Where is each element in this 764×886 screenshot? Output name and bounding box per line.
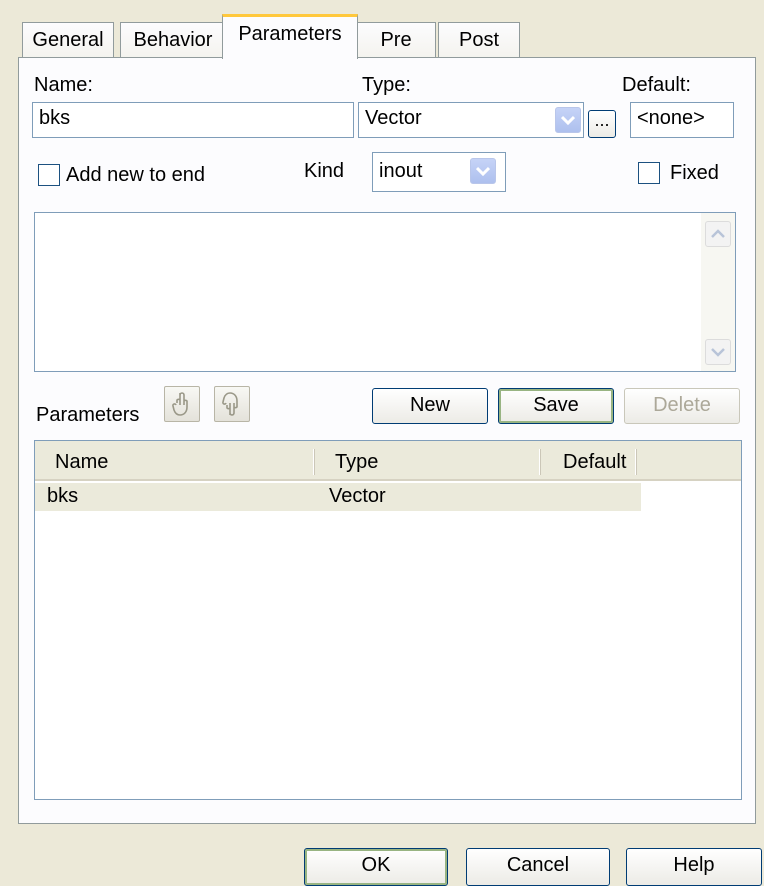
column-header-name[interactable]: Name [55, 451, 108, 474]
table-row[interactable]: bks Vector [35, 483, 641, 511]
column-header-default[interactable]: Default [563, 451, 626, 474]
row-type-cell: Vector [329, 485, 386, 507]
column-header-type[interactable]: Type [335, 451, 378, 474]
chevron-down-icon [476, 166, 490, 176]
new-button[interactable]: New [372, 388, 488, 424]
list-header: Name Type Default [35, 441, 741, 481]
name-label: Name: [34, 74, 93, 96]
hand-up-icon [172, 392, 188, 416]
cancel-button-label: Cancel [506, 854, 570, 876]
notes-scrollbar[interactable] [701, 213, 735, 371]
column-separator[interactable] [313, 449, 315, 475]
type-browse-button[interactable]: ... [588, 110, 616, 138]
fixed-checkbox[interactable] [638, 162, 660, 184]
parameters-section-label: Parameters [36, 404, 140, 426]
name-field[interactable]: bks [32, 102, 354, 138]
notes-textarea[interactable] [34, 212, 736, 372]
row-name-cell: bks [47, 485, 79, 507]
scroll-up-button[interactable] [705, 221, 731, 247]
chevron-down-icon [561, 115, 575, 125]
default-label: Default: [622, 74, 691, 96]
type-select[interactable]: Vector [358, 102, 584, 138]
kind-select-value: inout [379, 160, 423, 182]
kind-label: Kind [304, 160, 345, 182]
add-new-to-end-label: Add new to end [66, 164, 205, 186]
type-label: Type: [362, 74, 411, 96]
delete-button[interactable]: Delete [624, 388, 740, 424]
new-button-label: New [409, 394, 450, 416]
default-field[interactable]: <none> [630, 102, 734, 138]
move-down-button[interactable] [214, 386, 250, 422]
column-separator[interactable] [539, 449, 541, 475]
hand-down-icon [222, 392, 238, 416]
help-button[interactable]: Help [626, 848, 762, 886]
move-up-button[interactable] [164, 386, 200, 422]
chevron-up-icon [711, 229, 725, 238]
fixed-label: Fixed [670, 162, 719, 184]
save-button-label: Save [533, 394, 579, 416]
add-new-to-end-checkbox[interactable] [38, 164, 60, 186]
type-dropdown-button[interactable] [555, 107, 581, 133]
save-button[interactable]: Save [498, 388, 614, 424]
parameters-list[interactable]: Name Type Default bks Vector [34, 440, 742, 800]
chevron-down-icon [711, 348, 725, 357]
column-separator[interactable] [635, 449, 637, 475]
help-button-label: Help [673, 854, 715, 876]
cancel-button[interactable]: Cancel [466, 848, 610, 886]
delete-button-label: Delete [653, 394, 711, 416]
scroll-down-button[interactable] [705, 339, 731, 365]
kind-dropdown-button[interactable] [470, 158, 496, 184]
ok-button[interactable]: OK [304, 848, 448, 886]
browse-label: ... [594, 110, 610, 130]
ok-button-label: OK [361, 854, 391, 876]
type-select-value: Vector [365, 107, 422, 129]
